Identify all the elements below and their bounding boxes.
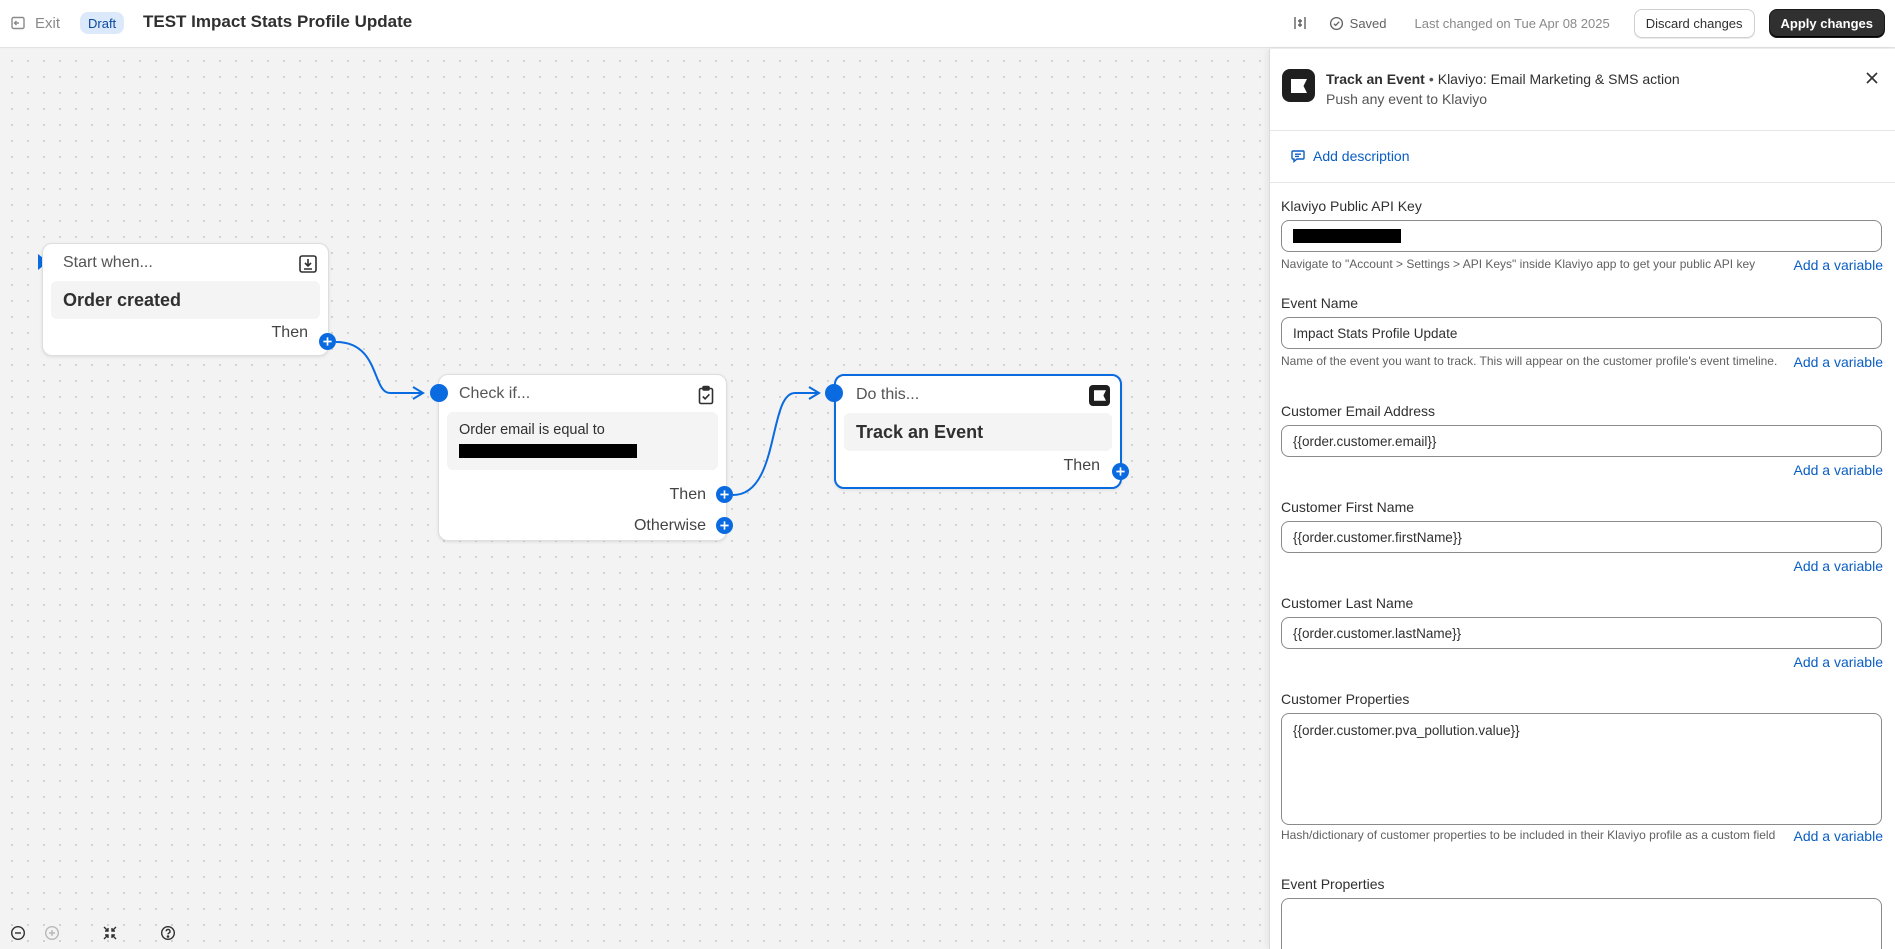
- zoom-out-button[interactable]: [6, 921, 30, 945]
- trigger-node[interactable]: Start when... Order created Then: [42, 243, 329, 356]
- add-description-link[interactable]: Add description: [1290, 148, 1410, 164]
- exit-icon: [11, 16, 25, 30]
- panel-title: Track an Event: [1326, 71, 1425, 87]
- discard-changes-button[interactable]: Discard changes: [1633, 8, 1755, 38]
- zoom-controls: [6, 921, 180, 945]
- api-key-input[interactable]: [1281, 220, 1882, 252]
- condition-input-port[interactable]: [430, 384, 448, 402]
- customer-email-input[interactable]: {{order.customer.email}}: [1281, 425, 1882, 457]
- event-name-input[interactable]: Impact Stats Profile Update: [1281, 317, 1882, 349]
- condition-text: Order email is equal to: [459, 422, 605, 438]
- customer-properties-add-variable-link[interactable]: Add a variable: [1793, 828, 1883, 844]
- close-panel-button[interactable]: [1862, 68, 1882, 88]
- add-description-label: Add description: [1313, 148, 1410, 164]
- zoom-in-button[interactable]: [40, 921, 64, 945]
- condition-otherwise-label: Otherwise: [633, 517, 706, 534]
- panel-app-name: Klaviyo: Email Marketing & SMS action: [1437, 71, 1680, 87]
- customer-first-name-input[interactable]: {{order.customer.firstName}}: [1281, 521, 1882, 553]
- trigger-add-step-button[interactable]: [319, 333, 336, 350]
- zoom-out-icon: [10, 925, 26, 941]
- workflow-canvas[interactable]: Start when... Order created Then Check i…: [0, 49, 1269, 949]
- customer-properties-textarea[interactable]: {{order.customer.pva_pollution.value}}: [1281, 713, 1882, 825]
- customer-last-name-add-variable-link[interactable]: Add a variable: [1793, 654, 1883, 670]
- api-key-label: Klaviyo Public API Key: [1281, 198, 1422, 214]
- saved-status: Saved: [1329, 16, 1387, 31]
- customer-last-name-input[interactable]: {{order.customer.lastName}}: [1281, 617, 1882, 649]
- help-icon: [160, 925, 176, 941]
- condition-node[interactable]: Check if... Order email is equal to Then…: [438, 374, 727, 541]
- klaviyo-flag-icon: [1089, 385, 1110, 406]
- customer-properties-label: Customer Properties: [1281, 691, 1410, 707]
- action-input-port[interactable]: [825, 384, 843, 402]
- action-node[interactable]: Do this... Track an Event Then: [834, 374, 1122, 489]
- zoom-in-icon: [44, 925, 60, 941]
- condition-then-add-button[interactable]: [716, 486, 733, 503]
- exit-button[interactable]: Exit: [10, 11, 60, 35]
- redacted-email: [459, 444, 637, 458]
- trigger-header: Start when...: [63, 254, 153, 271]
- action-title: Track an Event: [844, 413, 1112, 451]
- toolbar-right: Saved Last changed on Tue Apr 08 2025 Di…: [1287, 7, 1885, 39]
- panel-header: Track an Event • Klaviyo: Email Marketing …: [1270, 49, 1895, 131]
- customer-first-name-add-variable-link[interactable]: Add a variable: [1793, 558, 1883, 574]
- api-key-help: Navigate to "Account > Settings > API Ke…: [1281, 257, 1756, 271]
- redacted-api-key: [1293, 229, 1401, 243]
- event-properties-textarea[interactable]: [1281, 898, 1882, 949]
- top-bar: Exit Draft TEST Impact Stats Profile Upd…: [0, 0, 1895, 48]
- customer-last-name-label: Customer Last Name: [1281, 595, 1414, 611]
- status-badge: Draft: [80, 12, 125, 34]
- plus-icon: [323, 337, 332, 346]
- collapse-arrows-icon: [103, 926, 117, 940]
- layout-toggle-icon[interactable]: [1287, 10, 1313, 36]
- plus-icon: [720, 490, 729, 499]
- action-add-step-button[interactable]: [1112, 463, 1129, 480]
- description-row: Add description: [1270, 131, 1895, 183]
- action-config-panel: Track an Event • Klaviyo: Email Marketing …: [1269, 49, 1895, 949]
- panel-subtitle: Push any event to Klaviyo: [1326, 91, 1488, 107]
- page-title: TEST Impact Stats Profile Update: [143, 12, 413, 31]
- customer-first-name-label: Customer First Name: [1281, 499, 1415, 515]
- fit-view-button[interactable]: [98, 921, 122, 945]
- condition-otherwise-add-button[interactable]: [716, 517, 733, 534]
- event-name-help: Name of the event you want to track. Thi…: [1281, 354, 1778, 368]
- action-then-label: Then: [1063, 457, 1100, 474]
- exit-label: Exit: [35, 14, 61, 32]
- event-name-add-variable-link[interactable]: Add a variable: [1793, 354, 1883, 370]
- close-icon: [1866, 72, 1878, 84]
- event-name-label: Event Name: [1281, 295, 1359, 311]
- customer-email-add-variable-link[interactable]: Add a variable: [1793, 462, 1883, 478]
- condition-body: Order email is equal to: [447, 412, 718, 470]
- trigger-title: Order created: [51, 281, 320, 319]
- help-button[interactable]: [156, 921, 180, 945]
- plus-icon: [1116, 467, 1125, 476]
- clipboard-check-icon: [695, 384, 716, 405]
- last-changed-text: Last changed on Tue Apr 08 2025: [1414, 15, 1610, 31]
- klaviyo-app-icon: [1282, 69, 1315, 102]
- check-circle-icon: [1329, 16, 1343, 30]
- saved-label: Saved: [1349, 15, 1387, 31]
- condition-header: Check if...: [459, 385, 531, 402]
- comment-icon: [1291, 150, 1305, 163]
- plus-icon: [720, 521, 729, 530]
- action-header: Do this...: [856, 386, 920, 403]
- panel-title-row: Track an Event • Klaviyo: Email Marketing …: [1326, 71, 1680, 87]
- api-key-add-variable-link[interactable]: Add a variable: [1793, 257, 1883, 273]
- apply-changes-button[interactable]: Apply changes: [1768, 8, 1885, 38]
- download-icon: [297, 253, 318, 274]
- trigger-then-label: Then: [271, 324, 308, 341]
- customer-properties-help: Hash/dictionary of customer properties t…: [1281, 828, 1776, 842]
- event-properties-label: Event Properties: [1281, 876, 1385, 892]
- customer-email-label: Customer Email Address: [1281, 403, 1436, 419]
- condition-then-label: Then: [669, 486, 706, 503]
